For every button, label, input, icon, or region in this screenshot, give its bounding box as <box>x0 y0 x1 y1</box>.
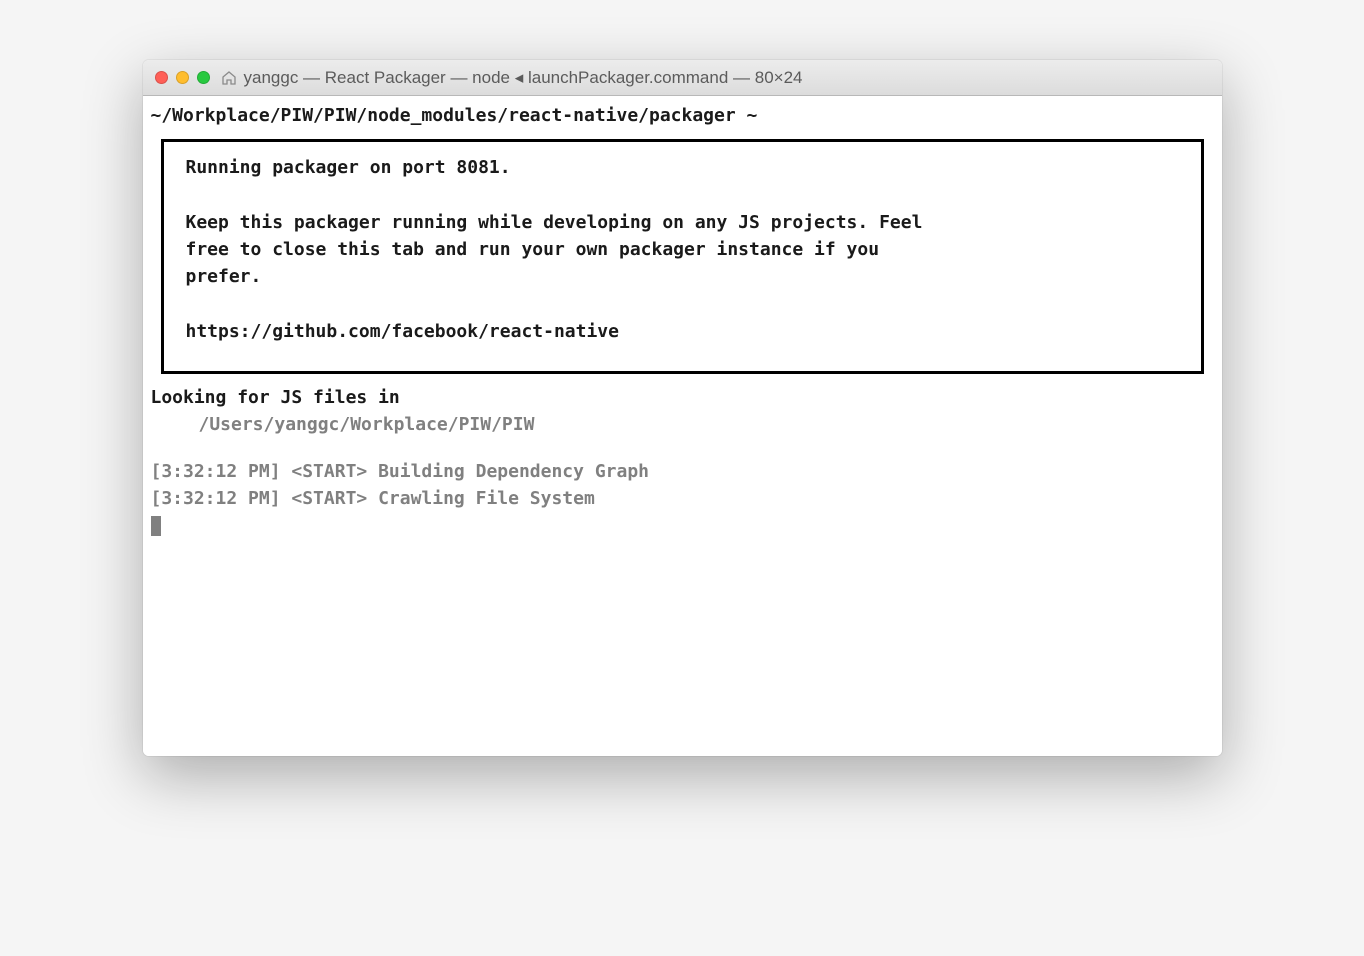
home-icon <box>220 69 238 87</box>
looking-label: Looking for JS files in <box>151 384 1214 411</box>
panel-line: Running packager on port 8081. <box>186 154 1179 181</box>
log-line: [3:32:12 PM] <START> Building Dependency… <box>151 458 1214 485</box>
window-title: yanggc — React Packager — node ◂ launchP… <box>244 68 803 88</box>
terminal-body[interactable]: ~/Workplace/PIW/PIW/node_modules/react-n… <box>143 96 1222 756</box>
panel-line: prefer. <box>186 263 1179 290</box>
traffic-lights <box>155 71 210 84</box>
panel-line: free to close this tab and run your own … <box>186 236 1179 263</box>
panel-line: https://github.com/facebook/react-native <box>186 318 1179 345</box>
terminal-window: yanggc — React Packager — node ◂ launchP… <box>143 60 1222 756</box>
cwd-line: ~/Workplace/PIW/PIW/node_modules/react-n… <box>151 102 1214 129</box>
maximize-icon[interactable] <box>197 71 210 84</box>
packager-info-panel: Running packager on port 8081. Keep this… <box>161 139 1204 374</box>
cursor-line <box>151 512 1214 539</box>
minimize-icon[interactable] <box>176 71 189 84</box>
looking-path: /Users/yanggc/Workplace/PIW/PIW <box>151 411 1214 438</box>
log-line: [3:32:12 PM] <START> Crawling File Syste… <box>151 485 1214 512</box>
cursor-icon <box>151 516 161 536</box>
close-icon[interactable] <box>155 71 168 84</box>
panel-line: Keep this packager running while develop… <box>186 209 1179 236</box>
titlebar[interactable]: yanggc — React Packager — node ◂ launchP… <box>143 60 1222 96</box>
